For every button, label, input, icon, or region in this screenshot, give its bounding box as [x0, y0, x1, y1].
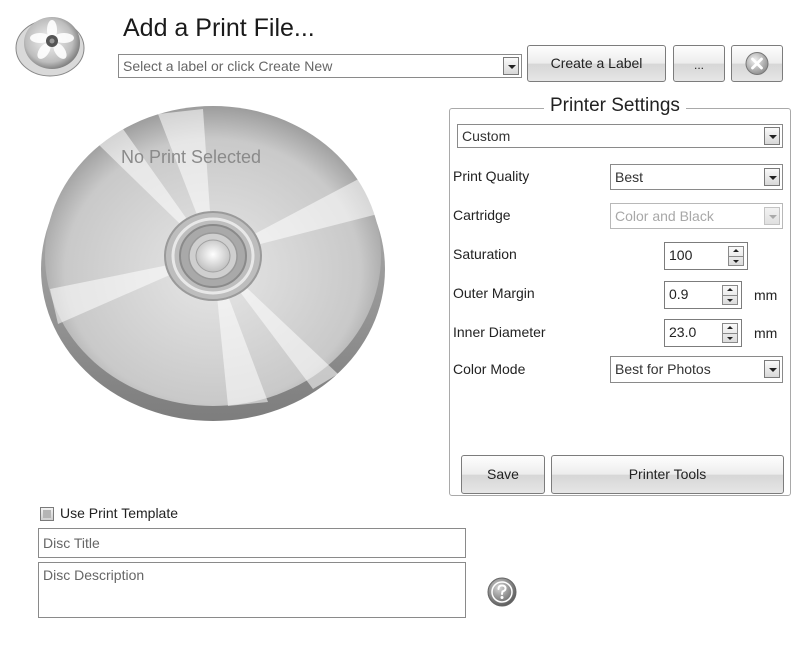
page-title: Add a Print File...	[123, 14, 315, 42]
help-icon[interactable]	[486, 576, 518, 608]
chevron-down-icon	[764, 207, 780, 225]
printer-tools-button[interactable]: Printer Tools	[551, 455, 784, 494]
close-button[interactable]	[731, 45, 783, 82]
more-options-button[interactable]: ...	[673, 45, 725, 82]
chevron-down-icon[interactable]	[503, 57, 519, 75]
color-mode-label: Color Mode	[453, 361, 526, 377]
cartridge-value: Color and Black	[615, 208, 714, 224]
create-label-button[interactable]: Create a Label	[527, 45, 666, 82]
chevron-down-icon[interactable]	[764, 360, 780, 378]
chevron-down-icon[interactable]	[764, 127, 780, 145]
saturation-label: Saturation	[453, 246, 517, 262]
print-quality-value: Best	[615, 169, 644, 185]
app-logo-icon	[12, 10, 90, 78]
inner-diameter-value: 23.0	[669, 324, 697, 340]
close-circle-icon	[745, 52, 769, 75]
disc-description-input[interactable]: Disc Description	[38, 562, 466, 618]
outer-margin-stepper[interactable]: 0.9	[664, 281, 742, 309]
outer-margin-value: 0.9	[669, 286, 689, 302]
save-button[interactable]: Save	[461, 455, 545, 494]
print-quality-label: Print Quality	[453, 168, 530, 184]
chevron-down-icon[interactable]	[764, 168, 780, 186]
saturation-stepper[interactable]: 100	[664, 242, 748, 270]
disc-title-input[interactable]: Disc Title	[38, 528, 466, 558]
label-select[interactable]: Select a label or click Create New	[118, 54, 522, 78]
inner-diameter-label: Inner Diameter	[453, 324, 546, 340]
use-template-label: Use Print Template	[60, 505, 179, 521]
printer-settings-legend: Printer Settings	[544, 95, 686, 117]
preview-status-text: No Print Selected	[121, 147, 262, 167]
stepper-arrows-icon[interactable]	[728, 246, 744, 266]
use-template-checkbox[interactable]	[40, 507, 54, 521]
stepper-arrows-icon[interactable]	[722, 285, 738, 305]
label-select-value: Select a label or click Create New	[123, 58, 333, 74]
cartridge-label: Cartridge	[453, 207, 511, 223]
print-quality-select[interactable]: Best	[610, 164, 783, 190]
color-mode-select[interactable]: Best for Photos	[610, 356, 783, 383]
inner-diameter-stepper[interactable]: 23.0	[664, 319, 742, 347]
saturation-value: 100	[669, 247, 693, 263]
inner-diameter-unit: mm	[754, 325, 778, 341]
outer-margin-unit: mm	[754, 287, 778, 303]
color-mode-value: Best for Photos	[615, 361, 711, 377]
outer-margin-label: Outer Margin	[453, 285, 535, 301]
cartridge-select: Color and Black	[610, 203, 783, 229]
preset-select-value: Custom	[462, 128, 511, 144]
preset-select[interactable]: Custom	[457, 124, 783, 148]
stepper-arrows-icon[interactable]	[722, 323, 738, 343]
